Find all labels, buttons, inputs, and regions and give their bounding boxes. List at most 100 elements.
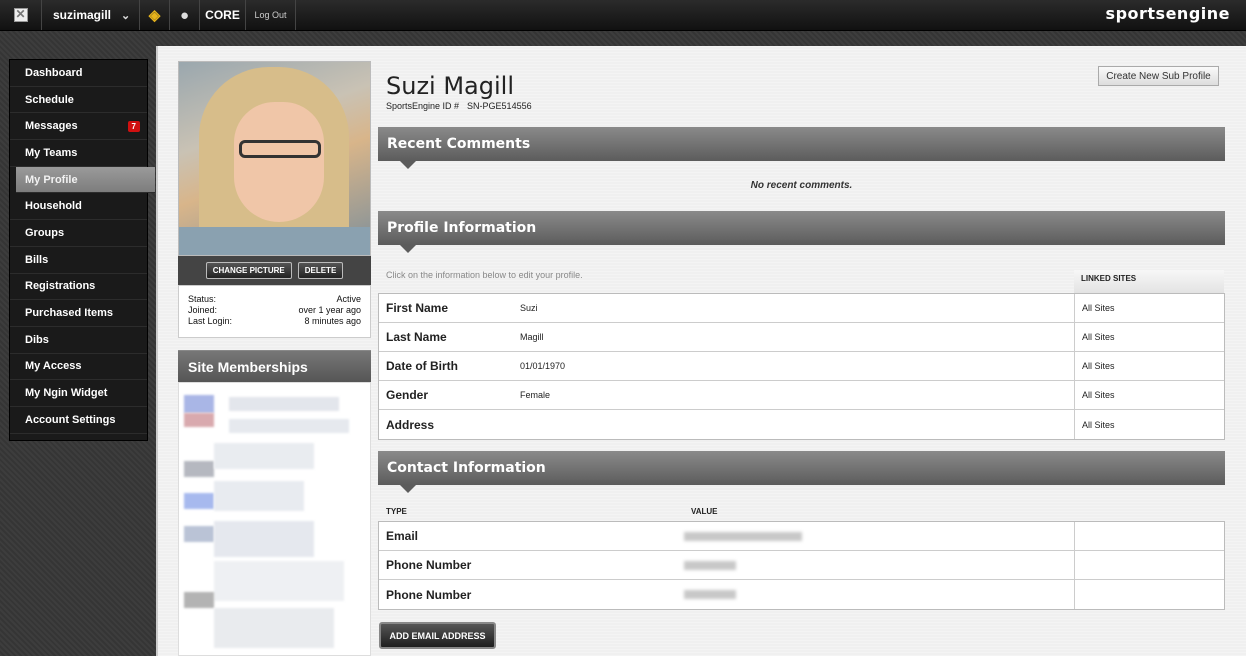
last-login-label: Last Login: — [188, 316, 233, 326]
chevron-down-icon: ⌄ — [121, 9, 131, 22]
sportsengine-id-value: SN-PGE514556 — [467, 101, 532, 111]
top-bar: suzimagill ⌄ ◈ ● CORE Log Out sportsengi… — [0, 0, 1246, 31]
table-row[interactable]: Gender Female All Sites — [379, 381, 1224, 410]
sidebar-item-label: My Profile — [25, 173, 78, 186]
contact-information-table: Email Phone Number Phone Number — [378, 521, 1225, 610]
field-value: Suzi — [520, 303, 538, 313]
sidebar-item-my-ngin-widget[interactable]: My Ngin Widget — [10, 380, 147, 407]
value-column-header: VALUE — [691, 507, 718, 516]
sidebar-item-label: My Access — [25, 360, 82, 373]
app-logo-icon[interactable] — [0, 0, 42, 30]
profile-information-table: First Name Suzi All Sites Last Name Magill Al… — [378, 293, 1225, 440]
sidebar-item-label: Messages — [25, 120, 78, 133]
table-row[interactable]: Address All Sites — [379, 410, 1224, 439]
globe-icon[interactable]: ● — [170, 0, 200, 30]
redacted-contact-value — [684, 531, 802, 541]
sidebar-item-label: My Ngin Widget — [25, 387, 108, 400]
site-memberships-list — [178, 382, 371, 656]
sidebar-item-dibs[interactable]: Dibs — [10, 327, 147, 354]
status-value: Active — [336, 294, 361, 304]
add-email-address-button[interactable]: ADD EMAIL ADDRESS — [379, 622, 496, 649]
site-memberships-header: Site Memberships — [178, 350, 371, 390]
last-login-value: 8 minutes ago — [304, 316, 361, 326]
contact-information-title: Contact Information — [387, 460, 546, 476]
linked-sites-header: LINKED SITES — [1074, 270, 1224, 293]
sidebar-item-bills[interactable]: Bills — [10, 247, 147, 274]
linked-sites-value: All Sites — [1074, 323, 1224, 351]
sidebar-item-registrations[interactable]: Registrations — [10, 274, 147, 301]
recent-comments-header: Recent Comments — [378, 127, 1225, 169]
sidebar-item-label: Dashboard — [25, 66, 83, 79]
status-label: Status: — [188, 294, 217, 304]
contact-linked-cell — [1074, 551, 1224, 579]
joined-value: over 1 year ago — [298, 305, 361, 315]
core-link[interactable]: CORE — [200, 0, 246, 30]
sidebar-item-label: Schedule — [25, 93, 74, 106]
sidebar-item-messages[interactable]: Messages 7 — [10, 113, 147, 141]
field-label: Date of Birth — [386, 359, 458, 373]
field-label: Gender — [386, 388, 429, 402]
sidebar-item-my-access[interactable]: My Access — [10, 354, 147, 381]
brand-logo[interactable]: sportsengine — [1106, 4, 1230, 23]
sidebar-item-household[interactable]: Household — [10, 193, 147, 221]
sidebar-item-my-teams[interactable]: My Teams — [10, 140, 147, 167]
profile-photo — [178, 61, 371, 256]
table-row[interactable]: Phone Number — [379, 551, 1224, 580]
joined-label: Joined: — [188, 305, 218, 315]
sidebar-item-purchased-items[interactable]: Purchased Items — [10, 300, 147, 327]
sidebar-item-dashboard[interactable]: Dashboard — [10, 60, 147, 87]
redacted-contact-value — [684, 590, 736, 599]
field-value: Magill — [520, 332, 544, 342]
photo-actions: CHANGE PICTURE DELETE — [178, 256, 371, 285]
field-value: Female — [520, 390, 551, 400]
change-picture-button[interactable]: CHANGE PICTURE — [205, 262, 292, 279]
sidebar-item-schedule[interactable]: Schedule — [10, 87, 147, 114]
table-row[interactable]: Date of Birth 01/01/1970 All Sites — [379, 352, 1224, 381]
sidebar-item-account-settings[interactable]: Account Settings — [10, 407, 147, 434]
profile-information-title: Profile Information — [387, 220, 537, 236]
sidebar-item-label: Groups — [25, 226, 65, 239]
delete-picture-button[interactable]: DELETE — [297, 262, 344, 279]
logout-link[interactable]: Log Out — [246, 0, 296, 30]
messages-count-badge: 7 — [127, 121, 140, 133]
sidebar-item-my-profile[interactable]: My Profile — [16, 166, 155, 194]
sidebar-item-groups[interactable]: Groups — [10, 220, 147, 247]
contact-information-header: Contact Information — [378, 451, 1225, 493]
create-sub-profile-button[interactable]: Create New Sub Profile — [1098, 66, 1219, 86]
table-row[interactable]: First Name Suzi All Sites — [379, 294, 1224, 323]
user-menu[interactable]: suzimagill ⌄ — [42, 0, 140, 30]
field-label: Address — [386, 417, 435, 432]
sportsengine-id-label: SportsEngine ID # — [386, 101, 460, 111]
site-memberships-title: Site Memberships — [188, 359, 308, 375]
badge-icon[interactable]: ◈ — [140, 0, 170, 30]
contact-type-label: Email — [386, 529, 419, 543]
brand-text: sportsengine — [1105, 4, 1230, 23]
field-label: First Name — [386, 301, 449, 315]
linked-sites-value: All Sites — [1074, 294, 1224, 322]
sidebar-item-label: Account Settings — [25, 413, 116, 426]
contact-type-label: Phone Number — [386, 587, 472, 602]
table-row[interactable]: Last Name Magill All Sites — [379, 323, 1224, 352]
field-label: Last Name — [386, 330, 447, 344]
sportsengine-id: SportsEngine ID # SN-PGE514556 — [386, 101, 532, 111]
username-label: suzimagill — [53, 8, 112, 22]
table-row[interactable]: Email — [379, 522, 1224, 551]
linked-sites-value: All Sites — [1074, 410, 1224, 439]
sidebar-item-label: Registrations — [25, 280, 96, 293]
sidebar-item-label: Bills — [25, 253, 49, 266]
type-column-header: TYPE — [386, 507, 407, 516]
sidebar-item-label: My Teams — [25, 146, 78, 159]
linked-sites-value: All Sites — [1074, 352, 1224, 380]
no-comments-message: No recent comments. — [750, 180, 853, 191]
profile-status-box: Status: Active Joined: over 1 year ago Las… — [178, 285, 371, 338]
contact-linked-cell — [1074, 522, 1224, 550]
profile-name: Suzi Magill — [386, 72, 514, 100]
sidebar-nav: Dashboard Schedule Messages 7 My Teams My Pro… — [9, 59, 155, 441]
contact-type-label: Phone Number — [386, 558, 472, 572]
contact-column-headers: TYPE VALUE — [386, 507, 718, 516]
contact-linked-cell — [1074, 580, 1224, 609]
profile-information-header: Profile Information — [378, 211, 1225, 253]
table-row[interactable]: Phone Number — [379, 580, 1224, 609]
edit-hint: Click on the information below to edit y… — [386, 270, 583, 280]
recent-comments-title: Recent Comments — [387, 136, 531, 152]
